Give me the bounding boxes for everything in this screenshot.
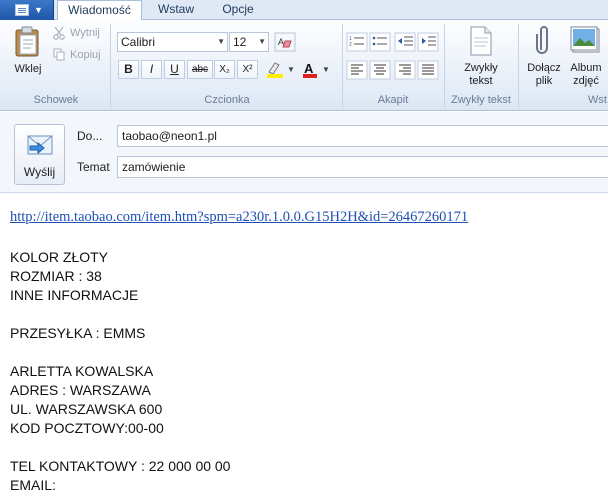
subject-field[interactable]: zamówienie: [117, 156, 608, 178]
copy-button[interactable]: Kopiuj: [70, 49, 101, 61]
tab-wiadomosc[interactable]: Wiadomość: [57, 0, 142, 21]
insert-group-label: Wst: [588, 94, 607, 106]
scissors-icon[interactable]: [53, 26, 65, 43]
underline-button[interactable]: U: [164, 60, 185, 79]
font-size-select[interactable]: 12 ▼: [229, 32, 269, 52]
send-button-label: Wyślij: [23, 165, 56, 179]
paragraph-group-label: Akapit: [377, 94, 409, 106]
chevron-down-icon: ▼: [217, 37, 225, 46]
svg-text:2: 2: [349, 42, 352, 48]
clear-formatting-icon[interactable]: A: [274, 32, 296, 52]
product-link[interactable]: http://item.taobao.com/item.htm?spm=a230…: [10, 209, 468, 226]
plain-text-label: Zwykły tekst: [464, 62, 498, 87]
italic-button[interactable]: I: [141, 60, 162, 79]
highlight-color-button[interactable]: ▼: [263, 60, 297, 79]
body-line-size: ROZMIAR : 38: [10, 268, 102, 284]
ribbon-tab-bar: ▼ Wiadomość Wstaw Opcje: [0, 0, 608, 21]
body-line-phone: TEL KONTAKTOWY : 22 000 00 00: [10, 458, 231, 474]
chevron-down-icon: ▼: [258, 37, 266, 46]
send-envelope-icon: [26, 134, 54, 156]
alignment-toolbar: [346, 60, 442, 80]
body-line-name: ARLETTA KOWALSKA: [10, 363, 154, 379]
svg-text:A: A: [304, 61, 314, 76]
subscript-button[interactable]: X₂: [214, 60, 235, 79]
subject-label: Temat: [77, 160, 110, 174]
chevron-down-icon: ▼: [34, 5, 43, 15]
strikethrough-button[interactable]: abc: [187, 60, 213, 79]
photo-album-button[interactable]: Album zdjęć: [564, 62, 608, 88]
plain-text-icon[interactable]: [470, 26, 492, 56]
font-family-select[interactable]: Calibri ▼: [117, 32, 228, 52]
body-line-postal-code: KOD POCZTOWY:00-00: [10, 420, 164, 436]
body-line-city: ADRES : WARSZAWA: [10, 382, 151, 398]
svg-text:▼: ▼: [322, 65, 330, 74]
to-field[interactable]: taobao@neon1.pl: [117, 125, 608, 147]
font-size-value: 12: [233, 35, 247, 49]
to-button[interactable]: Do...: [77, 129, 102, 143]
list-indent-toolbar: 12: [346, 32, 442, 52]
attach-file-label: Dołącz plik: [527, 62, 561, 87]
ribbon: Wklej Wytnij Kopiuj Schowek Calibri ▼ 12…: [0, 20, 608, 111]
tab-wstaw[interactable]: Wstaw: [147, 0, 205, 20]
numbered-list-icon: 12: [346, 32, 368, 52]
copy-icon[interactable]: [53, 48, 66, 64]
body-line-color: KOLOR ZŁOTY: [10, 249, 109, 265]
bold-button[interactable]: B: [118, 60, 139, 79]
svg-text:▼: ▼: [287, 65, 295, 74]
paste-button-label[interactable]: Wklej: [8, 63, 48, 76]
clipboard-group-label: Schowek: [33, 94, 79, 106]
attach-file-button[interactable]: Dołącz plik: [522, 62, 566, 88]
body-line-shipping: PRZESYŁKA : EMMS: [10, 325, 146, 341]
app-menu-button[interactable]: ▼: [0, 0, 54, 20]
photo-album-icon[interactable]: [570, 26, 600, 54]
font-color-button[interactable]: A ▼: [300, 60, 332, 79]
cut-button[interactable]: Wytnij: [70, 27, 100, 39]
send-button[interactable]: Wyślij: [14, 124, 65, 185]
message-body[interactable]: http://item.taobao.com/item.htm?spm=a230…: [0, 194, 608, 503]
plain-text-group-label: Zwykły tekst: [451, 94, 511, 106]
body-line-other-info: INNE INFORMACJE: [10, 287, 139, 303]
body-line-email: EMAIL:: [10, 477, 56, 493]
photo-album-label: Album zdjęć: [570, 62, 602, 87]
paperclip-icon[interactable]: [536, 24, 552, 56]
paste-icon[interactable]: [14, 26, 42, 58]
font-group-label: Czcionka: [204, 94, 250, 106]
font-family-value: Calibri: [121, 35, 156, 49]
group-divider: [518, 24, 519, 108]
tab-opcje[interactable]: Opcje: [208, 0, 268, 20]
body-line-street: UL. WARSZAWSKA 600: [10, 401, 163, 417]
superscript-button[interactable]: X²: [237, 60, 258, 79]
plain-text-button[interactable]: Zwykły tekst: [451, 62, 511, 88]
document-icon: [15, 4, 29, 16]
message-header: Wyślij Do... taobao@neon1.pl Temat zamów…: [0, 112, 608, 193]
group-divider: [110, 24, 111, 108]
